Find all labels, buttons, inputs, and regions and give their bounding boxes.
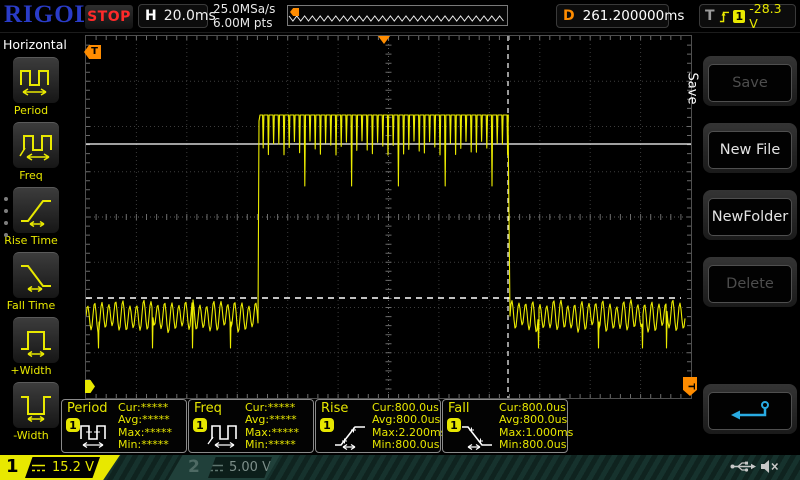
measurement-panel-rise[interactable]: Rise 1 Cur:800.0us Avg:800.0us Max:2.200… (315, 399, 441, 453)
source-badge: 1 (320, 418, 334, 432)
channel1-indicator[interactable]: 1 15.2 V (0, 455, 120, 480)
rise-time-button[interactable] (13, 187, 59, 233)
source-badge: 1 (447, 418, 461, 432)
trigger-t-label: T (705, 8, 715, 24)
run-state-label: STOP (87, 9, 131, 25)
channel2-indicator[interactable]: 2 5.00 V (168, 455, 280, 480)
rise-time-icon (18, 194, 54, 228)
waveform-display (85, 35, 692, 399)
timebase-h-label: H (145, 8, 157, 24)
timebase-box[interactable]: H 20.0ms (138, 4, 208, 28)
minus-width-button[interactable] (13, 382, 59, 428)
trigger-time-marker-icon[interactable] (378, 36, 390, 44)
measurement-panel-freq[interactable]: Freq 1 Cur:***** Avg:***** Max:***** Min… (188, 399, 314, 453)
channel1-waveform (86, 36, 691, 398)
freq-button[interactable] (13, 122, 59, 168)
source-badge: 1 (193, 418, 207, 432)
waveform-preview[interactable] (287, 5, 508, 26)
freq-icon (206, 420, 240, 450)
left-menu-title: Horizontal (3, 37, 67, 52)
rise-icon (333, 420, 367, 450)
oscilloscope-screen: RIGOL STOP H 20.0ms 25.0MSa/s 6.00M pts … (0, 0, 800, 480)
save-button: Save (703, 56, 797, 106)
sample-rate: 25.0MSa/s (213, 2, 275, 16)
freq-icon (18, 129, 54, 163)
period-button[interactable] (13, 57, 59, 103)
fall-time-icon (18, 259, 54, 293)
channel-status-bar: 1 15.2 V 2 5.00 V (0, 455, 800, 480)
menu-tab-save: Save (683, 58, 701, 118)
new-file-button[interactable]: New File (703, 123, 797, 173)
acquisition-info: 25.0MSa/s 6.00M pts (213, 2, 275, 30)
timebase-value: 20.0ms (164, 8, 216, 24)
period-icon (79, 420, 113, 450)
scroll-dot (4, 221, 8, 225)
run-state-indicator[interactable]: STOP (84, 4, 134, 30)
usb-icon (730, 459, 756, 474)
measurement-stats: Cur:***** Avg:***** Max:***** Min:***** (245, 402, 299, 451)
scroll-dot (4, 197, 8, 201)
trigger-source-badge: 1 (733, 10, 745, 23)
fall-time-button[interactable] (13, 252, 59, 298)
scroll-dot (4, 209, 8, 213)
top-bar: RIGOL STOP H 20.0ms 25.0MSa/s 6.00M pts … (0, 0, 800, 33)
delete-button: Delete (703, 257, 797, 307)
speaker-muted-icon (760, 459, 779, 474)
plus-width-button[interactable] (13, 317, 59, 363)
source-badge: 1 (66, 418, 80, 432)
period-icon (18, 64, 54, 98)
dc-coupling-icon (209, 463, 224, 473)
trigger-box[interactable]: T 1 -28.3 V (699, 4, 796, 28)
new-folder-button[interactable]: NewFolder (703, 190, 797, 240)
delay-value: 261.200000ms (583, 8, 685, 24)
dc-coupling-icon (31, 463, 46, 473)
trigger-level-value: -28.3 V (749, 1, 790, 31)
preview-wave (288, 6, 507, 25)
fall-icon (460, 420, 494, 450)
measurement-panel-period[interactable]: Period 1 Cur:***** Avg:***** Max:***** M… (61, 399, 187, 453)
plus-width-icon (18, 324, 54, 358)
scroll-dot (4, 233, 8, 237)
rising-edge-icon (719, 8, 730, 25)
measurement-stats: Cur:***** Avg:***** Max:***** Min:***** (118, 402, 172, 451)
rigol-logo: RIGOL (4, 1, 92, 29)
measurement-stats: Cur:800.0us Avg:800.0us Max:1.000ms Min:… (499, 402, 573, 451)
return-arrow-icon (730, 400, 770, 422)
delay-box[interactable]: D 261.200000ms (556, 4, 669, 28)
minus-width-icon (18, 389, 54, 423)
measurement-panel-fall[interactable]: Fall 1 Cur:800.0us Avg:800.0us Max:1.000… (442, 399, 568, 453)
back-button[interactable] (703, 384, 797, 434)
delay-d-label: D (563, 8, 575, 24)
memory-depth: 6.00M pts (213, 16, 275, 30)
measurement-stats: Cur:800.0us Avg:800.0us Max:2.200ms Min:… (372, 402, 446, 451)
